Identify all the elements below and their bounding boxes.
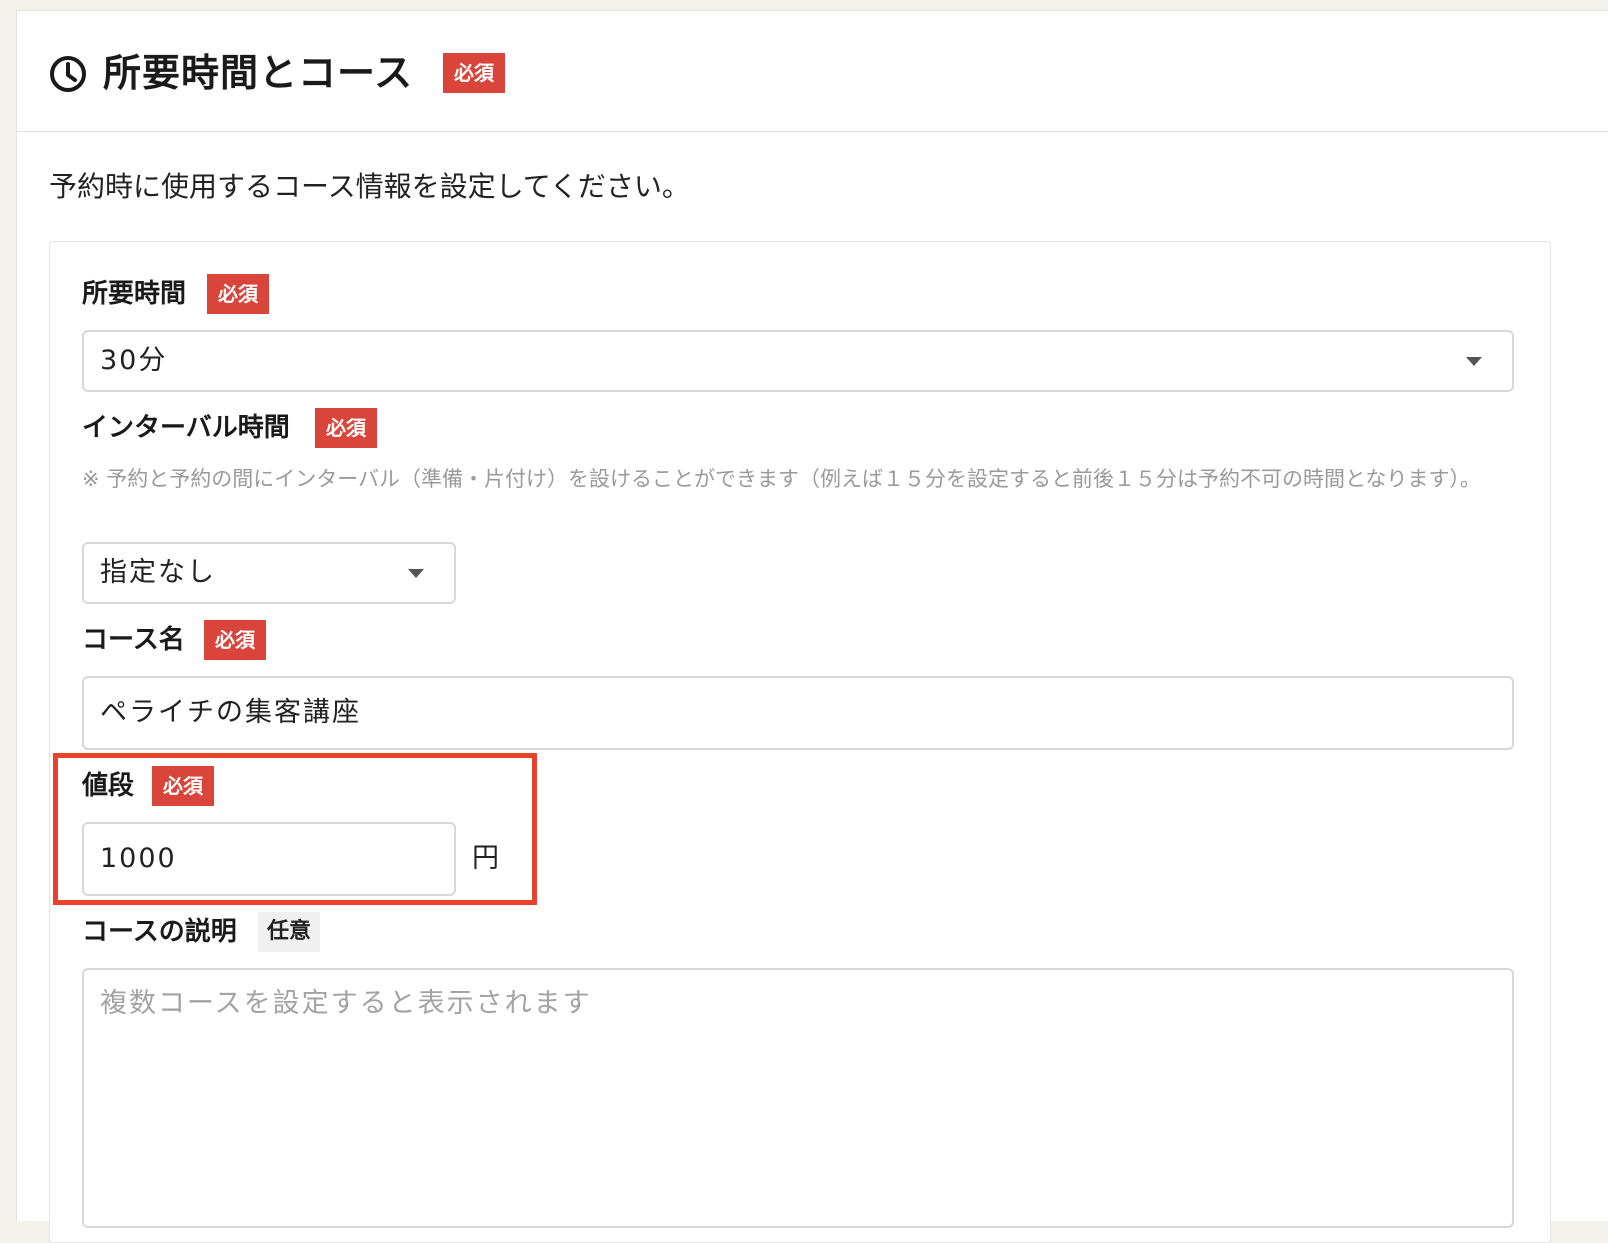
description-label: コースの説明 — [82, 917, 237, 947]
duration-label: 所要時間 — [82, 279, 187, 309]
price-highlight-box — [53, 753, 537, 905]
course-panel: 所要時間とコース 必須 予約時に使用するコース情報を設定してください。 所要時間… — [16, 10, 1608, 1243]
interval-label: インターバル時間 — [82, 413, 290, 443]
course-name-input[interactable]: ペライチの集客講座 — [82, 676, 1514, 750]
interval-note: ※ 予約と予約の間にインターバル（準備・片付け）を設けることができます（例えば１… — [82, 467, 1481, 491]
course-name-required-badge: 必須 — [204, 620, 266, 660]
description-placeholder: 複数コースを設定すると表示されます — [100, 988, 592, 1019]
duration-select-value: 30分 — [100, 345, 168, 376]
interval-required-badge: 必須 — [315, 408, 377, 448]
clock-icon — [50, 56, 86, 92]
section-intro: 予約時に使用するコース情報を設定してください。 — [49, 170, 690, 203]
course-form: 所要時間 必須 30分 インターバル時間 必須 ※ 予約と予約の間にインターバル… — [49, 241, 1551, 1243]
panel-header: 所要時間とコース 必須 — [17, 11, 1608, 132]
course-name-label: コース名 — [82, 625, 185, 655]
chevron-down-icon — [408, 569, 424, 578]
panel-title: 所要時間とコース — [103, 51, 414, 95]
chevron-down-icon — [1466, 357, 1482, 366]
optional-badge: 任意 — [258, 912, 320, 952]
description-textarea[interactable]: 複数コースを設定すると表示されます — [82, 968, 1514, 1228]
required-badge: 必須 — [443, 53, 505, 93]
interval-select[interactable]: 指定なし — [82, 542, 456, 604]
interval-select-value: 指定なし — [100, 557, 216, 588]
duration-select[interactable]: 30分 — [82, 330, 1514, 392]
duration-required-badge: 必須 — [207, 274, 269, 314]
course-name-value: ペライチの集客講座 — [100, 697, 361, 728]
